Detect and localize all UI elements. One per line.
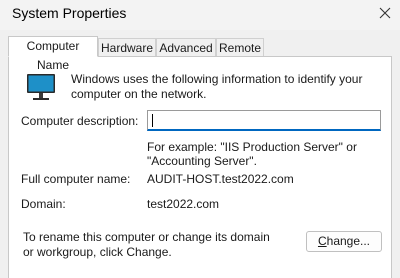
full-computer-name-label: Full computer name:: [21, 172, 131, 186]
description-example-text: For example: "IIS Production Server" or …: [147, 140, 357, 168]
rename-instructions: To rename this computer or change its do…: [23, 230, 270, 259]
change-button-mnemonic: C: [317, 234, 327, 248]
intro-text: Windows uses the following information t…: [71, 72, 363, 101]
change-button-label: hange...: [326, 234, 371, 248]
domain-value: test2022.com: [147, 197, 220, 211]
tab-remote[interactable]: Remote: [216, 38, 264, 56]
computer-description-label: Computer description:: [21, 114, 139, 128]
close-button[interactable]: [370, 0, 400, 28]
computer-description-input[interactable]: [147, 110, 381, 131]
close-icon: [379, 7, 391, 22]
text-caret: [152, 114, 153, 127]
domain-label: Domain:: [21, 197, 66, 211]
title-bar[interactable]: System Properties: [0, 0, 400, 30]
system-properties-window: System Properties Computer Name Hardware…: [0, 0, 400, 278]
tab-hardware[interactable]: Hardware: [98, 38, 156, 56]
full-computer-name-value: AUDIT-HOST.test2022.com: [147, 172, 294, 186]
tab-computer-name[interactable]: Computer Name: [8, 36, 98, 72]
change-button[interactable]: Change...: [306, 231, 382, 252]
tab-advanced[interactable]: Advanced: [156, 38, 216, 56]
computer-name-panel: Windows uses the following information t…: [8, 56, 392, 278]
window-title: System Properties: [12, 5, 127, 21]
computer-monitor-icon: [25, 71, 57, 103]
